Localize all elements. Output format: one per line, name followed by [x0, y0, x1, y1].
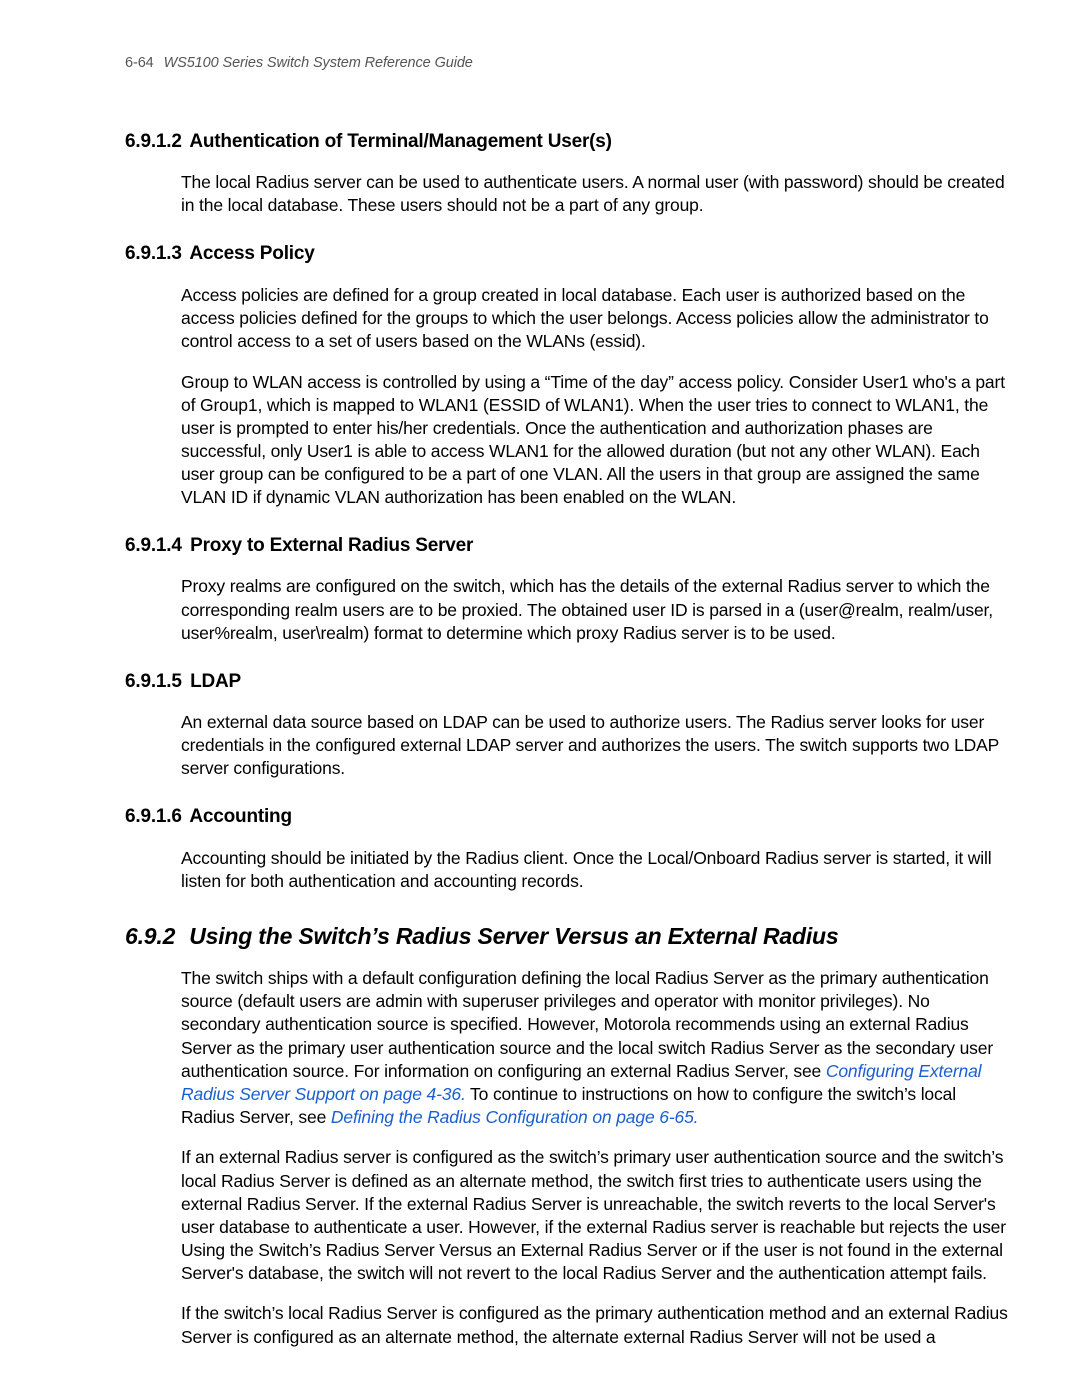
heading-number: 6.9.2 [125, 923, 183, 950]
heading-title: Access Policy [189, 243, 314, 264]
heading-number: 6.9.1.5 [125, 671, 185, 694]
doc-title: WS5100 Series Switch System Reference Gu… [164, 55, 473, 71]
body-text: Access policies are defined for a group … [181, 284, 1010, 353]
heading-title: LDAP [190, 671, 241, 692]
heading-auth-terminal: 6.9.1.2 Authentication of Terminal/Manag… [125, 131, 1010, 154]
body-text: The switch ships with a default configur… [181, 967, 1010, 1129]
heading-number: 6.9.1.4 [125, 535, 185, 558]
heading-access-policy: 6.9.1.3 Access Policy [125, 243, 1010, 266]
body-text: An external data source based on LDAP ca… [181, 711, 1010, 780]
heading-number: 6.9.1.2 [125, 131, 185, 154]
body-text: If an external Radius server is configur… [181, 1146, 1010, 1285]
body-text: Accounting should be initiated by the Ra… [181, 847, 1010, 893]
body-text: Group to WLAN access is controlled by us… [181, 371, 1010, 510]
body-text: If the switch’s local Radius Server is c… [181, 1302, 1010, 1348]
heading-number: 6.9.1.3 [125, 243, 185, 266]
heading-ldap: 6.9.1.5 LDAP [125, 671, 1010, 694]
heading-title: Accounting [189, 806, 292, 827]
heading-title: Proxy to External Radius Server [190, 535, 473, 556]
body-text: The local Radius server can be used to a… [181, 171, 1010, 217]
page-number: 6-64 [125, 55, 154, 71]
page-container: 6-64 WS5100 Series Switch System Referen… [0, 0, 1080, 1397]
heading-title: Authentication of Terminal/Management Us… [189, 131, 611, 152]
heading-number: 6.9.1.6 [125, 806, 185, 829]
heading-using-switch-radius: 6.9.2 Using the Switch’s Radius Server V… [125, 923, 1010, 950]
running-header: 6-64 WS5100 Series Switch System Referen… [125, 55, 1010, 71]
body-text: Proxy realms are configured on the switc… [181, 575, 1010, 644]
cross-reference-link[interactable]: Defining the Radius Configuration on pag… [331, 1107, 699, 1127]
heading-proxy-external: 6.9.1.4 Proxy to External Radius Server [125, 535, 1010, 558]
heading-title: Using the Switch’s Radius Server Versus … [189, 923, 838, 949]
heading-accounting: 6.9.1.6 Accounting [125, 806, 1010, 829]
